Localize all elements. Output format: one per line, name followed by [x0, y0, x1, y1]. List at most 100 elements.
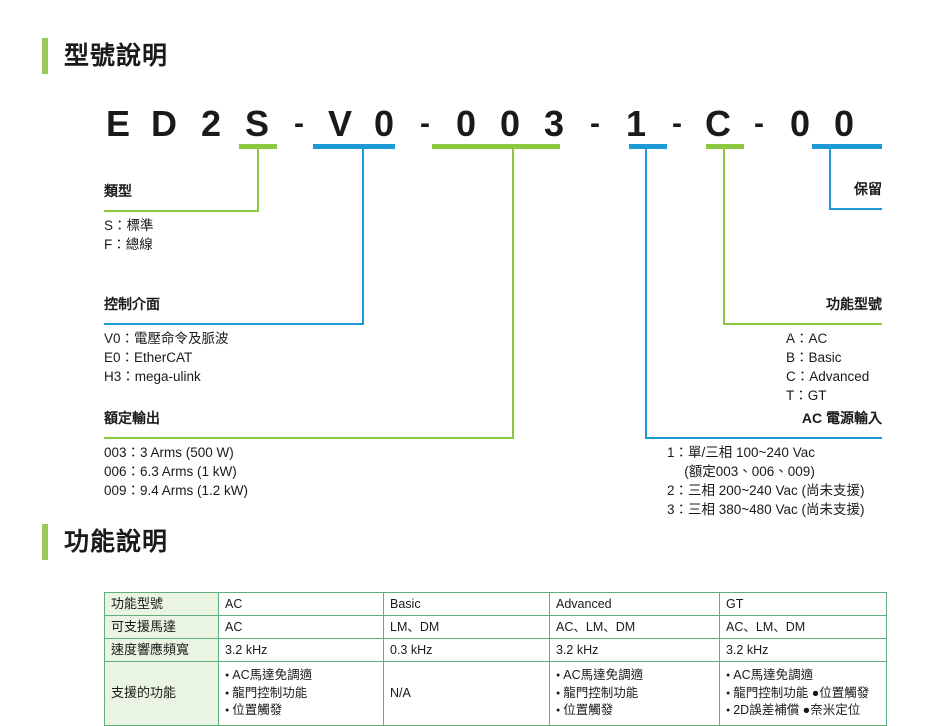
feature-item: AC馬達免調適 [726, 667, 880, 685]
feature-list-gt: AC馬達免調適 龍門控制功能 ●位置觸發 2D誤差補償 ●奈米定位 [726, 667, 880, 720]
callout-type-list: S：標準 F：總線 [104, 216, 154, 254]
page-title: 型號說明 [64, 41, 169, 70]
table-row: 功能型號 AC Basic Advanced GT [104, 592, 887, 616]
callout-function-model-item: T：GT [786, 388, 827, 403]
section-heading-function: 功能說明 [42, 524, 168, 560]
marker-control-interface [313, 144, 395, 149]
code-char-6: 0 [373, 103, 395, 144]
callout-reserved-title: 保留 [854, 181, 882, 197]
code-char-5: V [327, 103, 352, 144]
code-char-9: 3 [543, 103, 565, 144]
callout-rated-output-item: 006：6.3 Arms (1 kW) [104, 464, 237, 479]
code-char-13: 0 [833, 103, 855, 144]
callout-control-interface-title: 控制介面 [104, 296, 160, 312]
callout-ac-power-input-item: 1：單/三相 100~240 Vac [667, 445, 815, 460]
row-header-supported-functions: 支援的功能 [104, 661, 219, 726]
cell-speed-bandwidth-gt: 3.2 kHz [719, 638, 887, 662]
callout-control-interface-list: V0：電壓命令及脈波 E0：EtherCAT H3：mega-ulink [104, 329, 229, 386]
table-row: 速度響應頻寬 3.2 kHz 0.3 kHz 3.2 kHz 3.2 kHz [104, 638, 887, 662]
cell-function-model-gt: GT [719, 592, 887, 616]
callout-control-interface: 控制介面 V0：電壓命令及脈波 E0：EtherCAT H3：mega-ulin… [104, 295, 229, 386]
callout-control-interface-item: H3：mega-ulink [104, 369, 201, 384]
heading-accent-bar [42, 524, 48, 560]
callout-ac-power-input: AC 電源輸入 1：單/三相 100~240 Vac (額定003、006、00… [602, 409, 882, 519]
code-char-3: 2 [200, 103, 222, 144]
code-separator-2: - [420, 107, 430, 140]
feature-item: 龍門控制功能 [556, 685, 713, 703]
model-code-row: E D 2 S - V 0 - 0 0 3 - 1 - C - 0 0 [96, 104, 886, 148]
callout-type-item: F：總線 [104, 237, 153, 252]
code-char-4: S [244, 103, 269, 144]
cell-supported-motor-advanced: AC、LM、DM [549, 615, 720, 639]
feature-item: 龍門控制功能 ●位置觸發 [726, 685, 880, 703]
feature-list-ac: AC馬達免調適 龍門控制功能 位置觸發 [225, 667, 377, 720]
callout-ac-power-input-item: (額定003、006、009) [667, 464, 815, 479]
leader-vline-reserved [829, 148, 831, 210]
table-row: 可支援馬達 AC LM、DM AC、LM、DM AC、LM、DM [104, 615, 887, 639]
code-char-1: E [105, 103, 130, 144]
callout-function-model-item: C：Advanced [786, 369, 870, 384]
marker-reserved [812, 144, 882, 149]
code-separator-4: - [672, 107, 682, 140]
leader-hline-reserved [829, 208, 882, 210]
callout-ac-power-input-list: 1：單/三相 100~240 Vac (額定003、006、009) 2：三相 … [667, 443, 882, 519]
cell-function-model-ac: AC [218, 592, 384, 616]
cell-supported-motor-gt: AC、LM、DM [719, 615, 887, 639]
callout-type: 類型 S：標準 F：總線 [104, 182, 154, 254]
code-char-2: D [151, 103, 177, 144]
heading-accent-bar [42, 38, 48, 74]
code-separator-1: - [294, 107, 304, 140]
cell-supported-motor-basic: LM、DM [383, 615, 550, 639]
cell-function-model-basic: Basic [383, 592, 550, 616]
section-title-function: 功能說明 [64, 527, 169, 556]
feature-list-advanced: AC馬達免調適 龍門控制功能 位置觸發 [556, 667, 713, 720]
leader-vline-rated-output [512, 148, 514, 439]
marker-ac-power-input [629, 144, 667, 149]
cell-supported-functions-gt: AC馬達免調適 龍門控制功能 ●位置觸發 2D誤差補償 ●奈米定位 [719, 661, 887, 726]
marker-function-model [706, 144, 744, 149]
feature-item: AC馬達免調適 [556, 667, 713, 685]
cell-supported-functions-basic: N/A [383, 661, 550, 726]
feature-item: 2D誤差補償 ●奈米定位 [726, 702, 880, 720]
callout-function-model-item: B：Basic [786, 350, 842, 365]
callout-function-model: 功能型號 A：AC B：Basic C：Advanced T：GT [682, 295, 882, 405]
section-heading-model: 型號說明 [42, 38, 168, 74]
function-spec-table: 功能型號 AC Basic Advanced GT 可支援馬達 AC LM、DM… [104, 592, 887, 726]
marker-rated-output [432, 144, 560, 149]
code-separator-3: - [590, 107, 600, 140]
leader-vline-type [257, 148, 259, 212]
callout-type-title: 類型 [104, 183, 132, 199]
table-row: 支援的功能 AC馬達免調適 龍門控制功能 位置觸發 N/A AC馬達免調適 龍門… [104, 661, 887, 726]
callout-rated-output-item: 009：9.4 Arms (1.2 kW) [104, 483, 249, 498]
code-char-10: 1 [625, 103, 647, 144]
cell-speed-bandwidth-basic: 0.3 kHz [383, 638, 550, 662]
cell-speed-bandwidth-advanced: 3.2 kHz [549, 638, 720, 662]
cell-function-model-advanced: Advanced [549, 592, 720, 616]
code-char-12: 0 [789, 103, 811, 144]
row-header-speed-bandwidth: 速度響應頻寬 [104, 638, 219, 662]
leader-vline-ac-power-input [645, 148, 647, 439]
cell-supported-functions-advanced: AC馬達免調適 龍門控制功能 位置觸發 [549, 661, 720, 726]
callout-control-interface-item: V0：電壓命令及脈波 [104, 331, 229, 346]
code-char-8: 0 [499, 103, 521, 144]
cell-supported-motor-ac: AC [218, 615, 384, 639]
cell-supported-functions-ac: AC馬達免調適 龍門控制功能 位置觸發 [218, 661, 384, 726]
callout-rated-output-item: 003：3 Arms (500 W) [104, 445, 234, 460]
callout-rated-output-title: 額定輸出 [104, 410, 160, 426]
callout-rated-output-list: 003：3 Arms (500 W) 006：6.3 Arms (1 kW) 0… [104, 443, 248, 500]
callout-ac-power-input-item: 2：三相 200~240 Vac (尚未支援) [667, 483, 865, 498]
callout-type-item: S：標準 [104, 218, 154, 233]
feature-item: 位置觸發 [556, 702, 713, 720]
leader-vline-control-interface [362, 148, 364, 325]
callout-ac-power-input-item: 3：三相 380~480 Vac (尚未支援) [667, 502, 865, 517]
row-header-supported-motor: 可支援馬達 [104, 615, 219, 639]
callout-rated-output: 額定輸出 003：3 Arms (500 W) 006：6.3 Arms (1 … [104, 409, 248, 500]
code-char-7: 0 [455, 103, 477, 144]
code-separator-5: - [754, 107, 764, 140]
callout-reserved: 保留 [732, 180, 882, 198]
feature-item: 位置觸發 [225, 702, 377, 720]
callout-function-model-item: A：AC [786, 331, 828, 346]
callout-ac-power-input-title: AC 電源輸入 [801, 410, 882, 426]
callout-control-interface-item: E0：EtherCAT [104, 350, 193, 365]
feature-item: 龍門控制功能 [225, 685, 377, 703]
